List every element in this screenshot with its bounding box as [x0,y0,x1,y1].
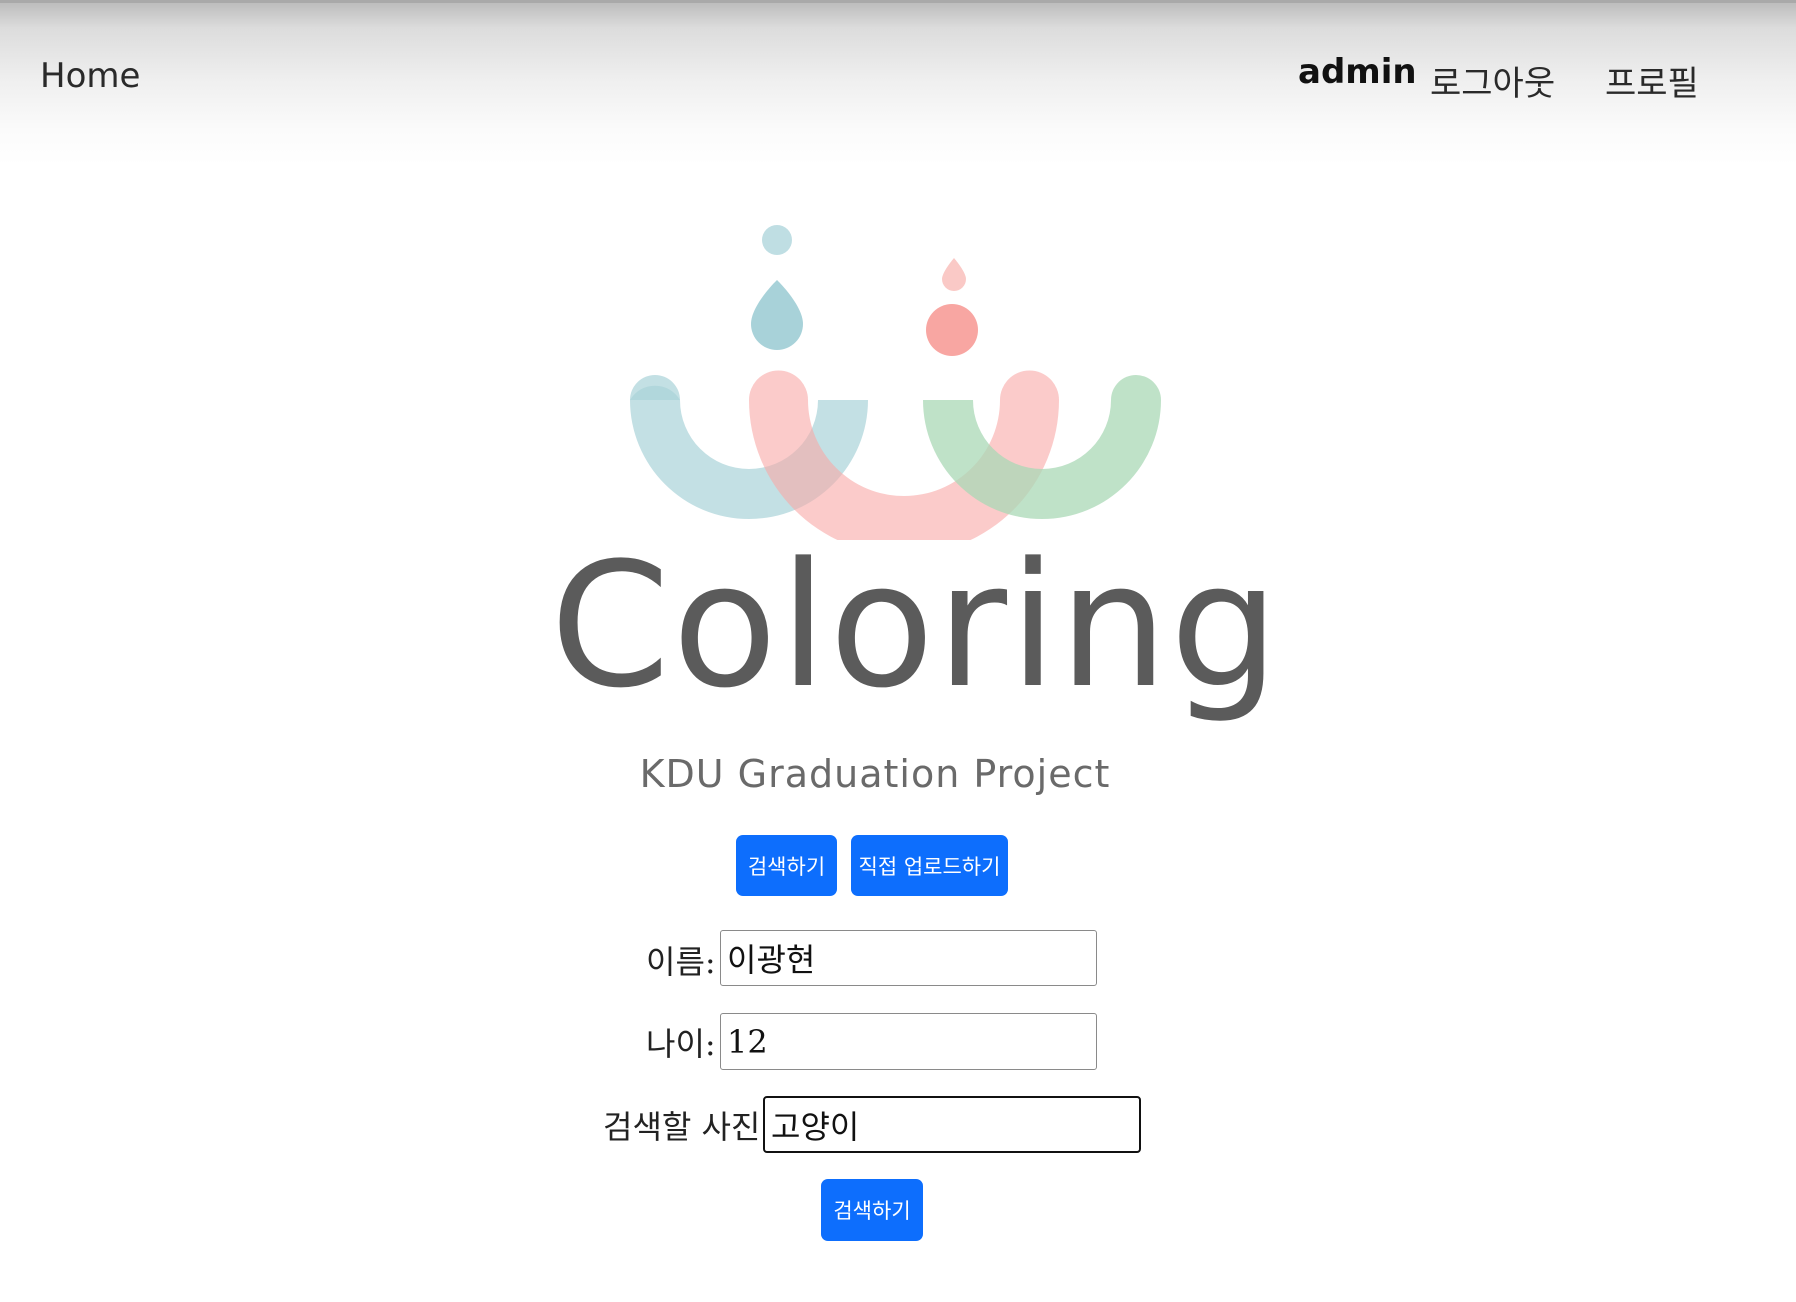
nav-username[interactable]: admin [1298,52,1417,92]
photo-query-label: 검색할 사진: [603,1108,772,1146]
nav-home-link[interactable]: Home [40,56,140,96]
coloring-logo: Coloring [550,210,1282,750]
logo-paint-drops-graphic [630,225,1161,555]
brand-subtitle: KDU Graduation Project [639,752,1111,796]
name-input[interactable] [720,930,1097,986]
brand-title: Coloring [550,525,1282,726]
upload-mode-button[interactable]: 직접 업로드하기 [851,835,1008,896]
photo-query-input[interactable] [763,1096,1141,1153]
navbar-top-border [0,0,1796,3]
name-label: 이름: [646,943,716,981]
navbar: Home admin 로그아웃 프로필 [0,0,1796,165]
nav-logout-link[interactable]: 로그아웃 [1430,56,1555,105]
search-submit-button[interactable]: 검색하기 [821,1179,923,1241]
age-input[interactable] [720,1013,1097,1070]
nav-profile-link[interactable]: 프로필 [1605,56,1699,105]
search-mode-button[interactable]: 검색하기 [736,835,837,896]
age-label: 나이: [646,1025,716,1063]
